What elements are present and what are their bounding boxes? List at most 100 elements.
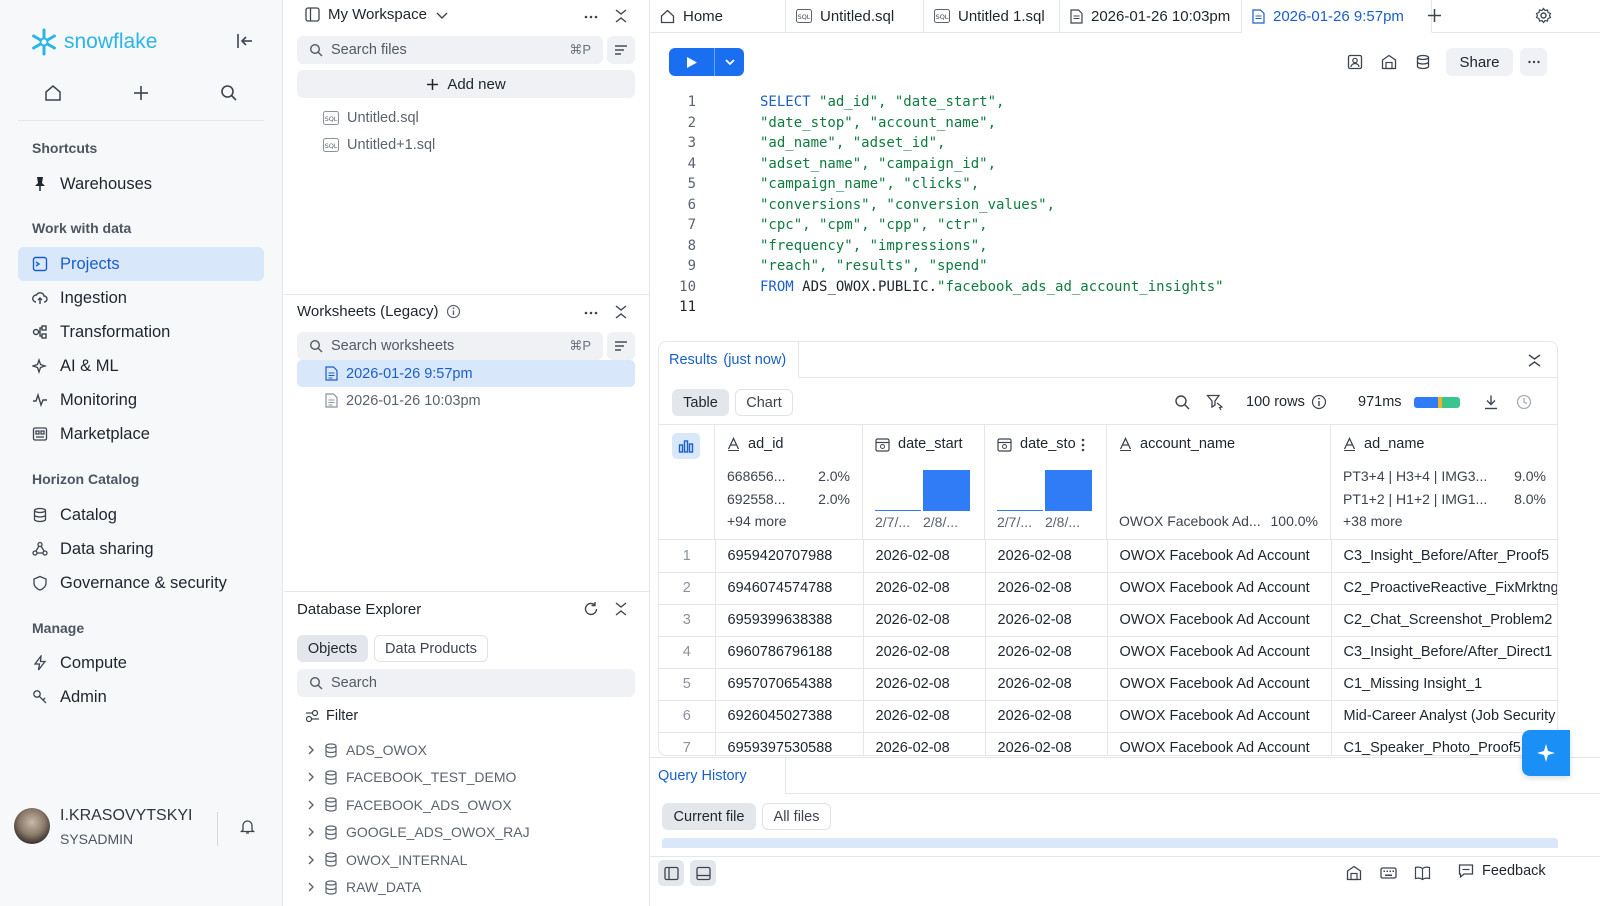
row-number[interactable]: 2: [659, 572, 716, 605]
row-number[interactable]: 6: [659, 700, 716, 733]
table-cell[interactable]: 6960786796188: [715, 636, 864, 669]
row-number[interactable]: 4: [659, 636, 716, 669]
view-chart-tab[interactable]: Chart: [735, 389, 793, 416]
table-cell[interactable]: C3_Insight_Before/After_Proof5: [1331, 540, 1557, 573]
nav-admin[interactable]: Admin: [18, 680, 264, 714]
table-cell[interactable]: 6959399638388: [715, 604, 864, 637]
warehouse-icon[interactable]: [1346, 865, 1362, 881]
table-cell[interactable]: C2_Chat_Screenshot_Problem2: [1331, 604, 1557, 637]
table-cell[interactable]: OWOX Facebook Ad Account: [1107, 572, 1332, 605]
book-icon[interactable]: [1414, 865, 1431, 881]
table-row[interactable]: 4 6960786796188 2026-02-08 2026-02-08 OWOX F…: [659, 636, 1557, 669]
table-cell[interactable]: 2026-02-08: [863, 732, 986, 755]
database-tree-item[interactable]: ADS_OWOX: [306, 737, 427, 763]
all-files-filter[interactable]: All files: [762, 803, 831, 830]
column-header[interactable]: ad_name PT3+4 | H3+4 | IMG3... 9.0% PT1+2 |…: [1331, 424, 1557, 540]
database-tree-item[interactable]: OWOX_INTERNAL: [306, 847, 467, 873]
column-stats-toggle[interactable]: [672, 433, 700, 459]
collapse-sidebar-icon[interactable]: [236, 32, 254, 50]
table-row[interactable]: 7 6959397530588 2026-02-08 2026-02-08 OWOX F…: [659, 732, 1557, 755]
nav-compute[interactable]: Compute: [18, 646, 264, 680]
table-cell[interactable]: 2026-02-08: [985, 540, 1108, 573]
search-icon[interactable]: [1174, 394, 1190, 410]
more-options-button[interactable]: [1520, 48, 1547, 76]
table-cell[interactable]: 2026-02-08: [863, 668, 986, 701]
settings-gear-icon[interactable]: [1535, 7, 1552, 24]
table-cell[interactable]: OWOX Facebook Ad Account: [1107, 636, 1332, 669]
table-cell[interactable]: 2026-02-08: [863, 700, 986, 733]
db-search-input[interactable]: Search: [297, 669, 635, 697]
search-files-input[interactable]: Search files ⌘P: [297, 36, 603, 64]
file-item[interactable]: SQL Untitled.sql: [297, 104, 635, 131]
more-icon[interactable]: [583, 9, 599, 25]
sort-button[interactable]: [607, 36, 635, 64]
table-cell[interactable]: 2026-02-08: [985, 732, 1108, 755]
table-cell[interactable]: C1_Missing Insight_1: [1331, 668, 1557, 701]
table-cell[interactable]: 6926045027388: [715, 700, 864, 733]
table-cell[interactable]: 2026-02-08: [985, 572, 1108, 605]
duration-bar[interactable]: [1414, 397, 1460, 408]
column-header[interactable]: ad_id 668656... 2.0% 692558... 2.0% +94 more: [715, 424, 863, 540]
nav-marketplace[interactable]: Marketplace: [18, 417, 264, 451]
info-icon[interactable]: [446, 304, 461, 319]
snowflake-logo[interactable]: snowflake: [30, 28, 157, 56]
table-cell[interactable]: 2026-02-08: [985, 604, 1108, 637]
table-cell[interactable]: 6959420707988: [715, 540, 864, 573]
column-header[interactable]: date_start 2/7/... 2/8/...: [863, 424, 985, 540]
close-icon[interactable]: [1527, 353, 1542, 368]
nav-warehouses[interactable]: Warehouses: [18, 167, 264, 201]
table-row[interactable]: 3 6959399638388 2026-02-08 2026-02-08 OWOX F…: [659, 604, 1557, 637]
new-tab-plus-icon[interactable]: [1426, 7, 1443, 24]
search-worksheets-input[interactable]: Search worksheets ⌘P: [297, 332, 603, 360]
search-icon[interactable]: [220, 84, 238, 102]
tab-item[interactable]: 2026-01-26 9:57pm: [1242, 0, 1432, 33]
feedback-button[interactable]: Feedback: [1458, 863, 1546, 879]
column-more-values[interactable]: +94 more: [727, 513, 787, 529]
nav-monitoring[interactable]: Monitoring: [18, 383, 264, 417]
tab-item[interactable]: SQL Untitled.sql: [786, 0, 924, 33]
collapse-icon[interactable]: [613, 601, 629, 617]
table-cell[interactable]: C3_Insight_Before/After_Direct1: [1331, 636, 1557, 669]
tab-item[interactable]: SQL Untitled 1.sql: [924, 0, 1060, 33]
more-icon[interactable]: [583, 305, 599, 321]
history-row-selected[interactable]: [662, 838, 1558, 848]
warehouse-icon[interactable]: [1381, 54, 1397, 70]
table-row[interactable]: 6 6926045027388 2026-02-08 2026-02-08 OWOX F…: [659, 700, 1557, 733]
column-menu-icon[interactable]: [1081, 438, 1085, 452]
table-cell[interactable]: 2026-02-08: [863, 636, 986, 669]
table-cell[interactable]: 2026-02-08: [863, 540, 986, 573]
collapse-icon[interactable]: [613, 8, 629, 24]
table-cell[interactable]: 2026-02-08: [863, 604, 986, 637]
filter-button[interactable]: Filter: [305, 708, 358, 724]
current-file-filter[interactable]: Current file: [662, 803, 756, 830]
column-more-values[interactable]: +38 more: [1343, 513, 1403, 529]
refresh-icon[interactable]: [583, 601, 599, 617]
copilot-button[interactable]: [1522, 730, 1570, 776]
sort-button[interactable]: [607, 332, 635, 360]
table-cell[interactable]: 2026-02-08: [863, 572, 986, 605]
table-cell[interactable]: 2026-02-08: [985, 668, 1108, 701]
toggle-sidebar-button[interactable]: [658, 860, 684, 886]
home-icon[interactable]: [44, 84, 62, 102]
run-options-button[interactable]: [715, 48, 744, 76]
nav-projects[interactable]: Projects: [18, 247, 264, 281]
view-table-tab[interactable]: Table: [672, 389, 729, 416]
histogram-bar[interactable]: [923, 470, 970, 511]
column-header[interactable]: account_name OWOX Facebook Ad... 100.0%: [1107, 424, 1331, 540]
histogram-bar[interactable]: [1045, 470, 1092, 511]
database-tree-item[interactable]: FACEBOOK_ADS_OWOX: [306, 792, 512, 818]
toggle-bottom-panel-button[interactable]: [690, 860, 716, 886]
table-cell[interactable]: C2_ProactiveReactive_FixMrktng: [1331, 572, 1557, 605]
table-cell[interactable]: OWOX Facebook Ad Account: [1107, 732, 1332, 755]
database-icon[interactable]: [1415, 54, 1431, 70]
table-cell[interactable]: OWOX Facebook Ad Account: [1107, 604, 1332, 637]
nav-catalog[interactable]: Catalog: [18, 498, 264, 532]
table-cell[interactable]: OWOX Facebook Ad Account: [1107, 540, 1332, 573]
context-user-icon[interactable]: [1347, 54, 1363, 70]
keyboard-icon[interactable]: [1380, 865, 1397, 881]
run-button[interactable]: [669, 48, 714, 76]
results-tab[interactable]: Results (just now): [659, 342, 799, 378]
nav-ai-ml[interactable]: AI & ML: [18, 349, 264, 383]
query-history-tab[interactable]: Query History: [650, 758, 786, 794]
sql-editor[interactable]: 1 SELECT "ad_id", "date_start", 2 "date_sto…: [650, 94, 1600, 334]
